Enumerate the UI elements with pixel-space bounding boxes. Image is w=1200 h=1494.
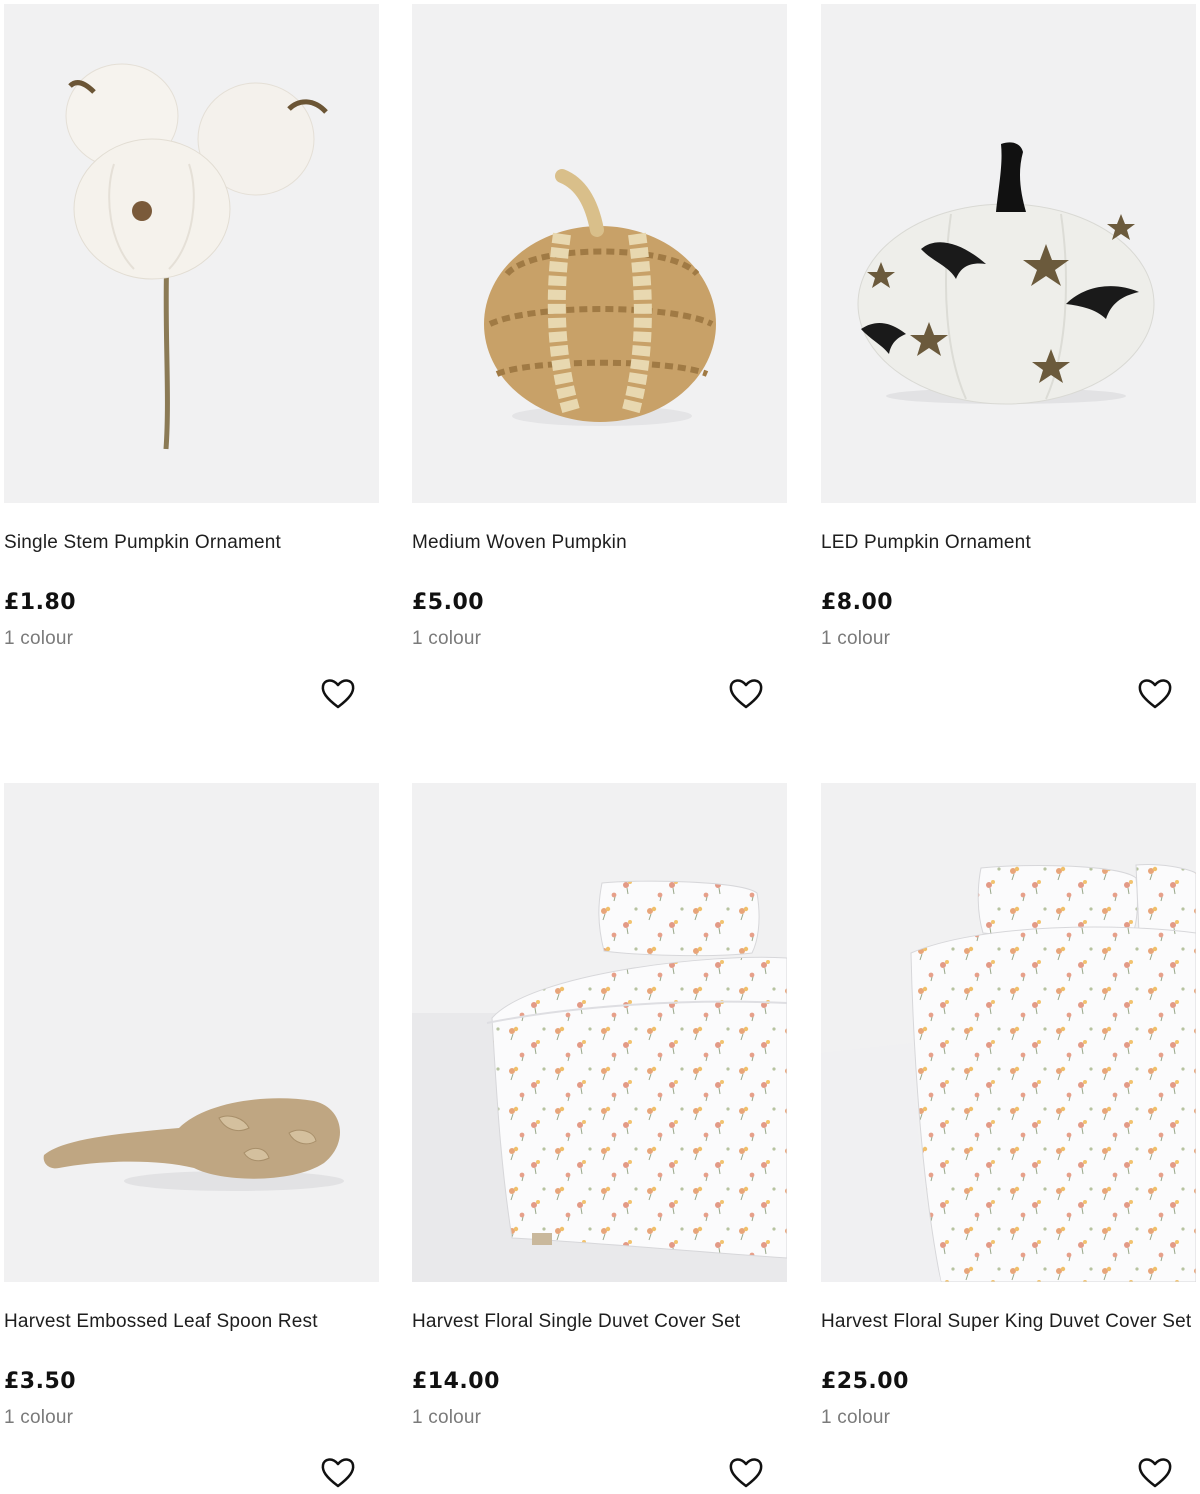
heart-outline-icon[interactable] (320, 1455, 356, 1491)
colour-count: 1 colour (4, 1407, 74, 1428)
product-card[interactable]: Single Stem Pumpkin Ornament £1.80 1 col… (4, 4, 379, 709)
spoon-rest-image[interactable] (4, 783, 379, 1282)
heart-outline-icon[interactable] (728, 1455, 764, 1491)
product-price: £3.50 (4, 1369, 77, 1394)
product-card[interactable]: Medium Woven Pumpkin £5.00 1 colour (412, 4, 787, 709)
product-title[interactable]: Medium Woven Pumpkin (412, 528, 787, 557)
product-price: £14.00 (412, 1369, 500, 1394)
heart-outline-icon[interactable] (728, 676, 764, 712)
colour-count: 1 colour (821, 1407, 891, 1428)
product-title[interactable]: Harvest Floral Super King Duvet Cover Se… (821, 1307, 1196, 1336)
product-title[interactable]: Harvest Floral Single Duvet Cover Set (412, 1307, 787, 1336)
product-price: £8.00 (821, 590, 894, 615)
led-pumpkin-image[interactable] (821, 4, 1196, 503)
white-pumpkin-stem-image[interactable] (4, 4, 379, 503)
heart-outline-icon[interactable] (1137, 676, 1173, 712)
woven-pumpkin-image[interactable] (412, 4, 787, 503)
product-title[interactable]: LED Pumpkin Ornament (821, 528, 1196, 557)
product-card[interactable]: Harvest Floral Single Duvet Cover Set £1… (412, 783, 787, 1488)
super-king-duvet-image[interactable] (821, 783, 1196, 1282)
single-duvet-image[interactable] (412, 783, 787, 1282)
heart-outline-icon[interactable] (320, 676, 356, 712)
heart-outline-icon[interactable] (1137, 1455, 1173, 1491)
product-price: £5.00 (412, 590, 485, 615)
product-card[interactable]: LED Pumpkin Ornament £8.00 1 colour (821, 4, 1196, 709)
colour-count: 1 colour (412, 1407, 482, 1428)
product-card[interactable]: Harvest Floral Super King Duvet Cover Se… (821, 783, 1196, 1488)
product-price: £1.80 (4, 590, 77, 615)
product-card[interactable]: Harvest Embossed Leaf Spoon Rest £3.50 1… (4, 783, 379, 1488)
colour-count: 1 colour (821, 628, 891, 649)
colour-count: 1 colour (412, 628, 482, 649)
product-title[interactable]: Single Stem Pumpkin Ornament (4, 528, 379, 557)
product-price: £25.00 (821, 1369, 909, 1394)
product-title[interactable]: Harvest Embossed Leaf Spoon Rest (4, 1307, 379, 1336)
colour-count: 1 colour (4, 628, 74, 649)
